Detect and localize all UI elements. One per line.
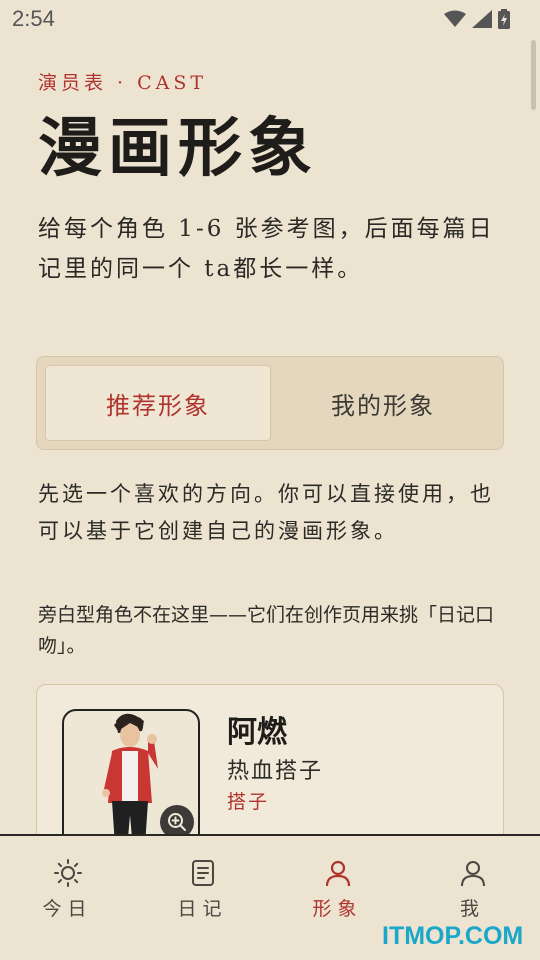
site-watermark: ITMOP.COM [382, 922, 524, 950]
notebook-icon [191, 860, 214, 886]
sun-icon [53, 859, 82, 887]
character-tag: 搭子 [227, 791, 270, 813]
page-eyebrow: 演员表 · CAST [38, 72, 208, 94]
user-icon [460, 861, 485, 887]
character-name: 阿燃 [227, 715, 287, 750]
image-type-tabs: 推荐形象 我的形象 [36, 356, 504, 450]
nav-today[interactable]: 今日 [0, 836, 135, 960]
page-intro: 给每个角色 1-6 张参考图，后面每篇日记里的同一个 ta都长一样。 [38, 216, 495, 282]
battery-charging-icon [498, 9, 510, 29]
status-icons [444, 9, 510, 29]
nav-me-label: 我 [459, 898, 485, 920]
status-time: 2:54 [12, 6, 55, 31]
page-title: 漫画形象 [38, 111, 318, 186]
tab-recommended[interactable]: 推荐形象 [45, 365, 271, 441]
narrator-note: 旁白型角色不在这里——它们在创作页用来挑「日记口吻」。 [38, 604, 495, 657]
tab-mine[interactable]: 我的形象 [271, 365, 495, 441]
nav-avatar-label: 形象 [312, 898, 363, 920]
nav-diary[interactable]: 日记 [135, 836, 270, 960]
person-icon [325, 860, 350, 887]
page-header: 演员表 · CAST 漫画形象 给每个角色 1-6 张参考图，后面每篇日记里的同… [38, 68, 504, 289]
scrollbar-thumb[interactable] [531, 40, 536, 110]
nav-today-label: 今日 [42, 898, 93, 920]
character-description: 热血搭子 [227, 759, 324, 784]
zoom-in-icon [168, 813, 186, 831]
signal-icon [472, 10, 492, 28]
nav-diary-label: 日记 [177, 898, 228, 920]
wifi-icon [444, 10, 466, 27]
status-bar: 2:54 [0, 0, 540, 38]
guide-text: 先选一个喜欢的方向。你可以直接使用，也可以基于它创建自己的漫画形象。 [38, 482, 494, 543]
